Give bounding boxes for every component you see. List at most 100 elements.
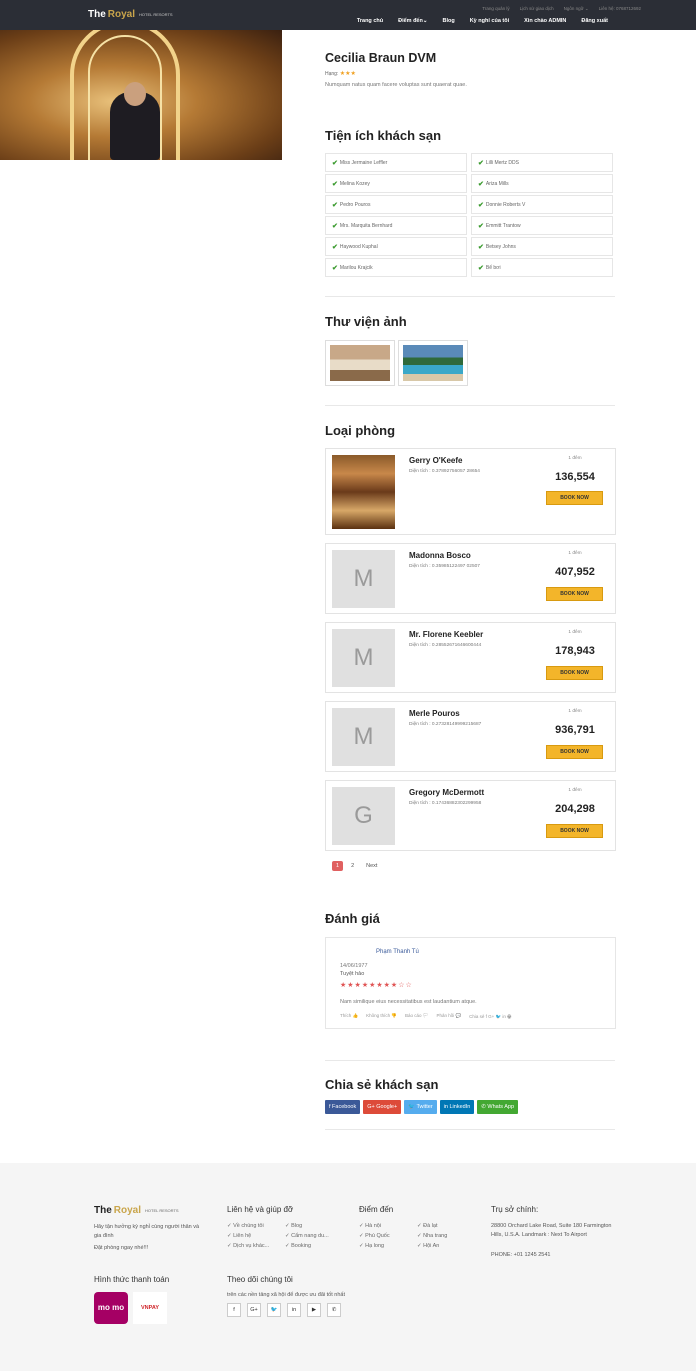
amenity-item: ✔ Melina Kozey: [325, 174, 467, 193]
room-card: M Merle Pouros Diện tích : 0.27328149999…: [325, 701, 616, 772]
per-night-label: 1 đêm: [568, 551, 582, 556]
footer-link[interactable]: ✓ Về chúng tôi: [227, 1223, 285, 1229]
amenity-item: ✔ Haywood Kuphal: [325, 237, 467, 256]
share-review-links[interactable]: Chia sẻ f G+ 🐦 in 🖶: [469, 1013, 511, 1021]
contact-title: Liên hệ và giúp đỡ: [227, 1205, 294, 1214]
hotel-name: Cecilia Braun DVM: [325, 51, 437, 65]
site-logo[interactable]: The Royal HOTEL RESORTS: [88, 9, 173, 20]
linkedin-share-button[interactable]: in LinkedIn: [439, 1100, 475, 1114]
googleplus-icon[interactable]: G+: [247, 1303, 261, 1317]
destination-links: ✓ Hà nội ✓ Đà lạt ✓ Phú Quốc ✓ Nha trang…: [359, 1223, 475, 1249]
reviewer-name[interactable]: Phạm Thanh Tú: [376, 949, 419, 955]
review-date: 14/06/1977: [340, 963, 368, 969]
footer-link[interactable]: ✓ Dịch vụ khác...: [227, 1243, 285, 1249]
nav-my-trips[interactable]: Kỳ nghỉ của tôi: [470, 18, 509, 24]
room-image[interactable]: [332, 455, 395, 529]
nav-logout[interactable]: Đăng xuất: [581, 18, 608, 24]
room-card: G Gregory McDermott Diện tích : 0.174368…: [325, 780, 616, 851]
room-image-placeholder[interactable]: G: [332, 787, 395, 845]
footer-link[interactable]: ✓ Hà nội: [359, 1223, 417, 1229]
check-icon: ✔: [332, 222, 338, 230]
footer-link[interactable]: ✓ Phú Quốc: [359, 1233, 417, 1239]
page-1[interactable]: 1: [332, 861, 344, 871]
footer-book-now: Đặt phòng ngay nhé!!!: [94, 1245, 149, 1251]
footer-tagline: Hãy tận hưởng kỳ nghỉ cùng người thân và…: [94, 1224, 200, 1239]
admin-link[interactable]: Trang quản lý: [482, 6, 509, 12]
per-night-label: 1 đêm: [568, 788, 582, 793]
room-name[interactable]: Gregory McDermott: [409, 788, 484, 797]
rooms-title: Loại phòng: [325, 423, 396, 438]
footer-link[interactable]: ✓ Liên hệ: [227, 1233, 285, 1239]
room-area: Diện tích : 0.35985122497 02507: [409, 564, 480, 569]
twitter-icon[interactable]: 🐦: [267, 1303, 281, 1317]
page-2[interactable]: 2: [347, 861, 358, 871]
footer-link[interactable]: ✓ Hạ long: [359, 1243, 417, 1249]
per-night-label: 1 đêm: [568, 709, 582, 714]
book-now-button[interactable]: BOOK NOW: [546, 491, 603, 505]
payment-title: Hình thức thanh toán: [94, 1275, 170, 1284]
transactions-link[interactable]: Lịch sử giao dịch: [520, 6, 554, 12]
book-now-button[interactable]: BOOK NOW: [546, 824, 603, 838]
check-icon: ✔: [478, 201, 484, 209]
nav-home[interactable]: Trang chủ: [357, 18, 383, 24]
footer-link[interactable]: ✓ Hội An: [417, 1243, 475, 1249]
footer-link[interactable]: ✓ Blog: [285, 1223, 343, 1229]
facebook-share-button[interactable]: f Facebook: [325, 1100, 361, 1114]
room-name[interactable]: Merle Pouros: [409, 709, 460, 718]
like-button[interactable]: Thích 👍: [340, 1013, 358, 1021]
room-image-placeholder[interactable]: M: [332, 550, 395, 608]
dislike-button[interactable]: Không thích 👎: [366, 1013, 397, 1021]
nav-destinations[interactable]: Điểm đến⌄: [398, 18, 427, 24]
amenities-list: ✔ Miss Jermaine Leffler ✔ Lilli Mertz DDS …: [325, 153, 613, 277]
book-now-button[interactable]: BOOK NOW: [546, 666, 603, 680]
amenity-item: ✔ Miss Jermaine Leffler: [325, 153, 467, 172]
facebook-icon[interactable]: f: [227, 1303, 241, 1317]
top-navbar: The Royal HOTEL RESORTS Trang quản lý Lịch…: [0, 0, 696, 30]
check-icon: ✔: [478, 159, 484, 167]
review-actions: Thích 👍 Không thích 👎 Báo cáo 🏳 Phản hồi…: [340, 1013, 511, 1021]
book-now-button[interactable]: BOOK NOW: [546, 745, 603, 759]
footer-link[interactable]: ✓ Đà lạt: [417, 1223, 475, 1229]
room-name[interactable]: Madonna Bosco: [409, 551, 471, 560]
room-name[interactable]: Gerry O'Keefe: [409, 456, 462, 465]
googleplus-share-button[interactable]: G+ Google+: [363, 1100, 402, 1114]
review-headline: Tuyệt hảo: [340, 971, 365, 977]
room-image-placeholder[interactable]: M: [332, 629, 395, 687]
room-name[interactable]: Mr. Florene Keebler: [409, 630, 483, 639]
room-price: 204,298: [555, 803, 595, 815]
gallery-thumbnail[interactable]: [398, 340, 468, 386]
book-now-button[interactable]: BOOK NOW: [546, 587, 603, 601]
nav-blog[interactable]: Blog: [442, 18, 454, 24]
review-text: Nam similique eius necessitatibus est la…: [340, 999, 477, 1005]
amenity-item: ✔ Ariza Mills: [471, 174, 613, 193]
language-select[interactable]: Ngôn ngữ ⌄: [564, 6, 589, 12]
contact-phone: Liên hệ: 0768712692: [598, 6, 641, 11]
room-image-placeholder[interactable]: M: [332, 708, 395, 766]
footer-link[interactable]: ✓ Nha trang: [417, 1233, 475, 1239]
footer-link[interactable]: ✓ Booking: [285, 1243, 343, 1249]
footer-link[interactable]: ✓ Cẩm nang du...: [285, 1233, 343, 1239]
star-icon: ★★★: [339, 71, 356, 77]
reply-button[interactable]: Phản hồi 💬: [436, 1013, 461, 1021]
footer-logo[interactable]: The Royal HOTEL RESORTS: [94, 1205, 179, 1216]
contact-links: ✓ Về chúng tôi ✓ Blog ✓ Liên hệ ✓ Cẩm na…: [227, 1223, 343, 1249]
momo-logo: mo mo: [94, 1292, 128, 1324]
twitter-share-button[interactable]: 🐦 Twitter: [404, 1100, 437, 1114]
nav-user-greeting[interactable]: Xin chào ADMIN: [524, 18, 566, 24]
follow-title: Theo dõi chúng tôi: [227, 1275, 293, 1284]
whatsapp-share-button[interactable]: ✆ Whats App: [477, 1100, 519, 1114]
linkedin-icon[interactable]: in: [287, 1303, 301, 1317]
amenity-item: ✔ Bể bơi: [471, 258, 613, 277]
report-button[interactable]: Báo cáo 🏳: [405, 1013, 428, 1021]
site-footer: The Royal HOTEL RESORTS Hãy tận hưởng kỳ n…: [0, 1163, 696, 1371]
youtube-icon[interactable]: ▶: [307, 1303, 321, 1317]
per-night-label: 1 đêm: [568, 630, 582, 635]
whatsapp-icon[interactable]: ✆: [327, 1303, 341, 1317]
next-page[interactable]: Next: [362, 861, 381, 871]
check-icon: ✔: [478, 264, 484, 272]
amenity-item: ✔ Lilli Mertz DDS: [471, 153, 613, 172]
room-card: M Madonna Bosco Diện tích : 0.3598512249…: [325, 543, 616, 614]
room-card: Gerry O'Keefe Diện tích : 0.37892756057 …: [325, 448, 616, 535]
gallery-thumbnail[interactable]: [325, 340, 395, 386]
divider: [325, 1129, 615, 1130]
